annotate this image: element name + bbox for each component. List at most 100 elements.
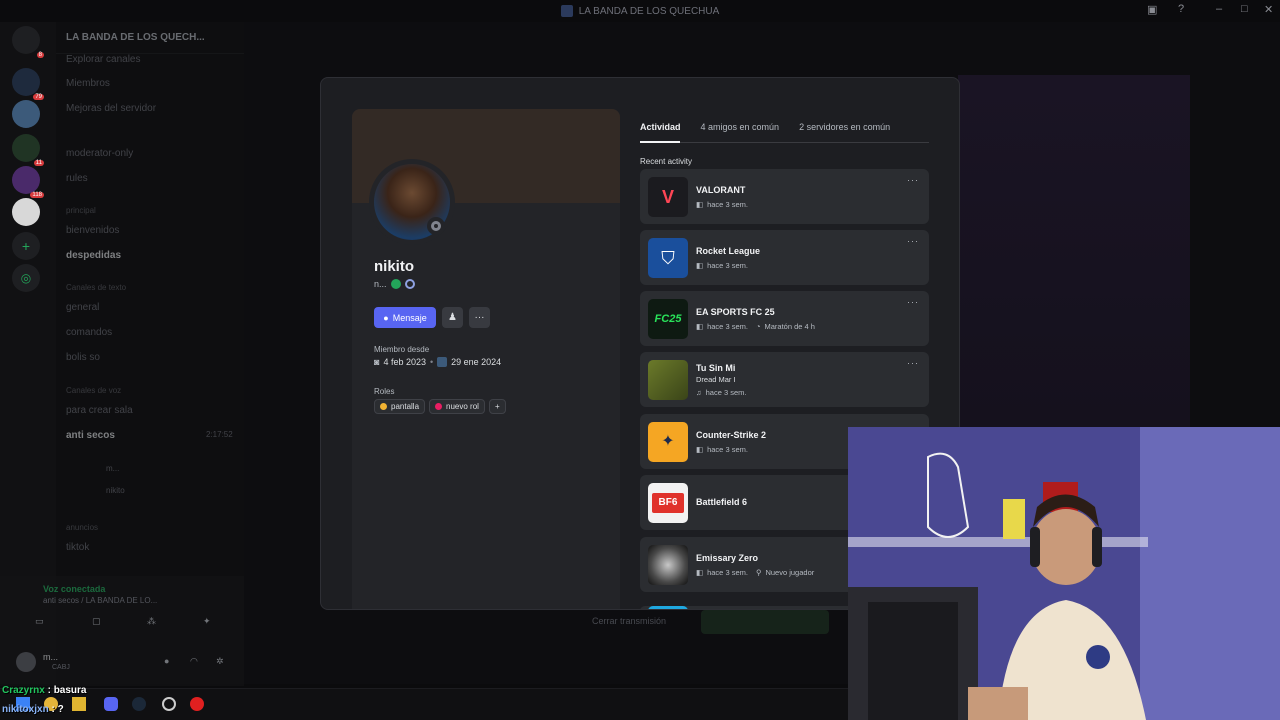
- activity-time: hace 3 sem.: [707, 568, 748, 577]
- active-tab-indicator: [640, 141, 680, 143]
- gamepad-icon: ◧: [696, 261, 704, 270]
- minimize-button[interactable]: –: [1216, 3, 1222, 15]
- chat-text: basura: [53, 685, 87, 696]
- music-note-icon: ♫: [696, 388, 702, 397]
- activity-name: Tu Sin Mi: [696, 363, 736, 373]
- soundboard-button[interactable]: ✦: [203, 616, 211, 627]
- folder-icon[interactable]: [72, 697, 86, 711]
- activity-card[interactable]: ⛉ Rocket League ◧ hace 3 sem. ···: [640, 230, 929, 285]
- help-icon[interactable]: ?: [1178, 3, 1184, 15]
- add-server-icon[interactable]: +: [12, 232, 40, 260]
- activity-meta: ◧ hace 3 sem. ◔ Maratón de 4 h: [696, 322, 815, 331]
- voice-location[interactable]: anti secos / LA BANDA DE LO...: [43, 596, 157, 605]
- activity-extra: Nuevo jugador: [765, 568, 815, 577]
- home-button[interactable]: 8: [12, 26, 44, 58]
- tab-activity[interactable]: Actividad: [640, 122, 681, 132]
- microphone-icon[interactable]: ●: [164, 656, 169, 666]
- server-icon[interactable]: 79: [12, 68, 44, 100]
- channel-moderator-only[interactable]: moderator-only: [66, 148, 133, 159]
- activity-card[interactable]: V VALORANT ◧ hace 3 sem. ···: [640, 169, 929, 224]
- channel-general[interactable]: general: [66, 302, 99, 313]
- close-stream-button[interactable]: Cerrar transmisión: [592, 616, 666, 626]
- channel-comandos[interactable]: comandos: [66, 327, 112, 338]
- members-link[interactable]: Miembros: [66, 78, 110, 89]
- channel-bienvenidos[interactable]: bienvenidos: [66, 225, 119, 236]
- app-icon[interactable]: [162, 697, 176, 711]
- headphones-icon[interactable]: ◠: [190, 656, 198, 667]
- tab-mutual-servers[interactable]: 2 servidores en común: [799, 122, 890, 132]
- avatar[interactable]: [16, 652, 36, 672]
- server-icon: [560, 5, 573, 17]
- separator-dot: •: [429, 357, 434, 367]
- badge-icon[interactable]: [390, 279, 401, 289]
- activity-name: Counter-Strike 2: [696, 430, 767, 440]
- avatar[interactable]: [369, 159, 455, 245]
- server-icon[interactable]: [12, 100, 40, 128]
- gear-icon[interactable]: ✲: [216, 656, 224, 667]
- activity-time: hace 3 sem.: [705, 388, 747, 397]
- channel-despedidas[interactable]: despedidas: [66, 250, 121, 261]
- voice-channel-crear-sala[interactable]: para crear sala: [66, 405, 133, 416]
- activity-card[interactable]: FC25 EA SPORTS FC 25 ◧ hace 3 sem. ◔ Marató…: [640, 291, 929, 346]
- unread-badge: 11: [33, 160, 44, 166]
- activity-more-button[interactable]: ···: [907, 175, 919, 185]
- server-icon[interactable]: 11: [12, 134, 44, 166]
- message-button[interactable]: ● Mensaje: [374, 307, 436, 328]
- category-voice[interactable]: Canales de voz: [66, 386, 121, 395]
- fc25-logo-icon: FC25: [648, 299, 688, 339]
- channel-tiktok[interactable]: tiktok: [66, 542, 89, 553]
- activity-time: hace 3 sem.: [707, 322, 748, 331]
- server-boosts-link[interactable]: Mejoras del servidor: [66, 103, 156, 114]
- explore-channels[interactable]: Explorar canales: [66, 54, 140, 65]
- voice-user[interactable]: m...: [106, 464, 119, 473]
- role-pantalla[interactable]: pantalla: [374, 399, 426, 414]
- discord-icon[interactable]: [104, 697, 118, 711]
- channel-bolis[interactable]: bolis so: [66, 352, 100, 363]
- discover-icon[interactable]: ◎: [12, 264, 40, 292]
- current-username: m...: [43, 652, 58, 662]
- unread-badge: 79: [33, 94, 44, 100]
- roles-label: Roles: [374, 387, 395, 396]
- gamepad-icon: ◧: [696, 568, 704, 577]
- screen-share-button[interactable]: ▢: [92, 616, 101, 627]
- activities-button[interactable]: ⁂: [147, 616, 156, 627]
- voice-user[interactable]: nikito: [106, 486, 125, 495]
- activity-more-button[interactable]: ···: [907, 236, 919, 246]
- member-since-label: Miembro desde: [374, 345, 430, 354]
- member-since-server: 29 ene 2024: [451, 357, 502, 367]
- activity-time: hace 3 sem.: [707, 445, 748, 454]
- role-name: nuevo rol: [446, 402, 479, 411]
- badge-icon[interactable]: [404, 279, 415, 289]
- server-icon[interactable]: 118: [12, 166, 44, 198]
- unread-badge: 8: [36, 52, 44, 58]
- channel-rules[interactable]: rules: [66, 173, 88, 184]
- tab-mutual-friends[interactable]: 4 amigos en común: [701, 122, 780, 132]
- window-titlebar: LA BANDA DE LOS QUECHUA ▣ ? – □ ✕: [0, 0, 1280, 22]
- category-text[interactable]: Canales de texto: [66, 283, 126, 292]
- message-button-label: Mensaje: [392, 312, 427, 323]
- maximize-button[interactable]: □: [1241, 3, 1248, 15]
- role-nuevo-rol[interactable]: nuevo rol: [429, 399, 485, 414]
- server-header[interactable]: LA BANDA DE LOS QUECH...: [56, 22, 244, 54]
- valorant-logo-icon: V: [648, 177, 688, 217]
- voice-status: Voz conectada: [43, 584, 106, 594]
- camera-toggle[interactable]: ▭: [35, 616, 44, 627]
- activity-more-button[interactable]: ···: [907, 297, 919, 307]
- inbox-icon[interactable]: ▣: [1147, 3, 1157, 16]
- youtube-icon[interactable]: [190, 697, 204, 711]
- server-icon[interactable]: [12, 198, 40, 226]
- add-friend-button[interactable]: ♟: [442, 307, 463, 328]
- add-role-button[interactable]: +: [488, 399, 506, 414]
- user-panel: Voz conectada anti secos / LA BANDA DE L…: [0, 576, 244, 686]
- category-principal[interactable]: principal: [66, 206, 96, 215]
- category-anuncios[interactable]: anuncios: [66, 523, 98, 532]
- steam-icon[interactable]: [132, 697, 146, 711]
- activity-more-button[interactable]: ···: [907, 358, 919, 368]
- voice-channel-anti-secos[interactable]: anti secos: [66, 430, 115, 441]
- close-button[interactable]: ✕: [1264, 3, 1273, 16]
- activity-card[interactable]: Tu Sin Mi Dread Mar I ♫ hace 3 sem. ···: [640, 352, 929, 407]
- voice-timer: 2:17:52: [206, 430, 233, 439]
- profile-username: nikito: [374, 258, 414, 275]
- more-options-button[interactable]: ···: [469, 307, 490, 328]
- chat-username: nikitoxjxn: [2, 704, 49, 715]
